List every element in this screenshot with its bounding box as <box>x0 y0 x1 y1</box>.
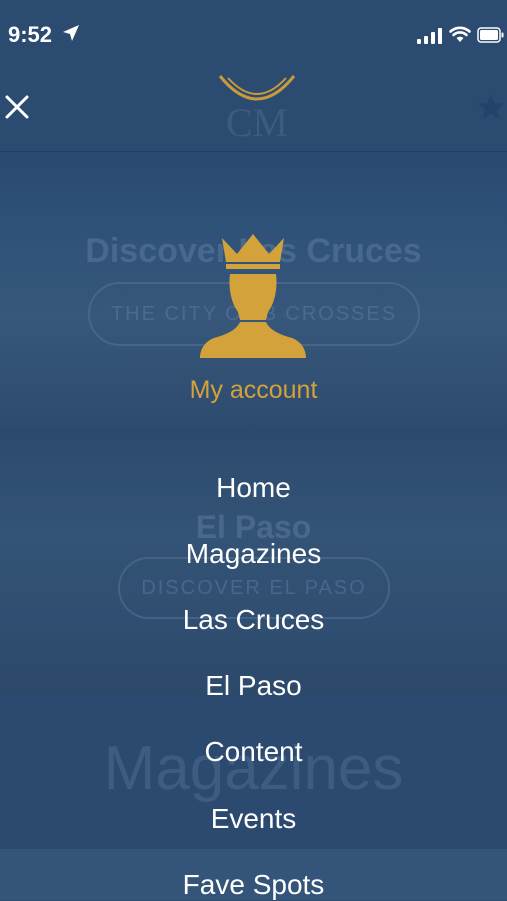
svg-text:CM: CM <box>226 100 288 142</box>
close-icon[interactable] <box>4 94 30 120</box>
menu-item-magazines[interactable]: Magazines <box>0 538 507 570</box>
star-icon[interactable] <box>476 92 506 122</box>
battery-icon <box>477 27 504 43</box>
menu-item-el-paso[interactable]: El Paso <box>0 670 507 702</box>
signal-icon <box>417 28 442 44</box>
menu-item-content[interactable]: Content <box>0 736 507 768</box>
menu-item-events[interactable]: Events <box>0 803 507 835</box>
logo: CM <box>218 75 296 142</box>
menu-item-las-cruces[interactable]: Las Cruces <box>0 604 507 636</box>
wifi-icon <box>449 26 471 42</box>
location-arrow-icon <box>63 25 79 41</box>
my-account-link[interactable]: My account <box>0 376 507 405</box>
header-divider <box>0 151 507 152</box>
crowned-avatar-icon[interactable] <box>196 232 310 360</box>
status-time: 9:52 <box>8 22 53 47</box>
menu-item-home[interactable]: Home <box>0 472 507 504</box>
menu-item-fave-spots[interactable]: Fave Spots <box>0 869 507 901</box>
status-bar: 9:52 <box>0 0 507 68</box>
